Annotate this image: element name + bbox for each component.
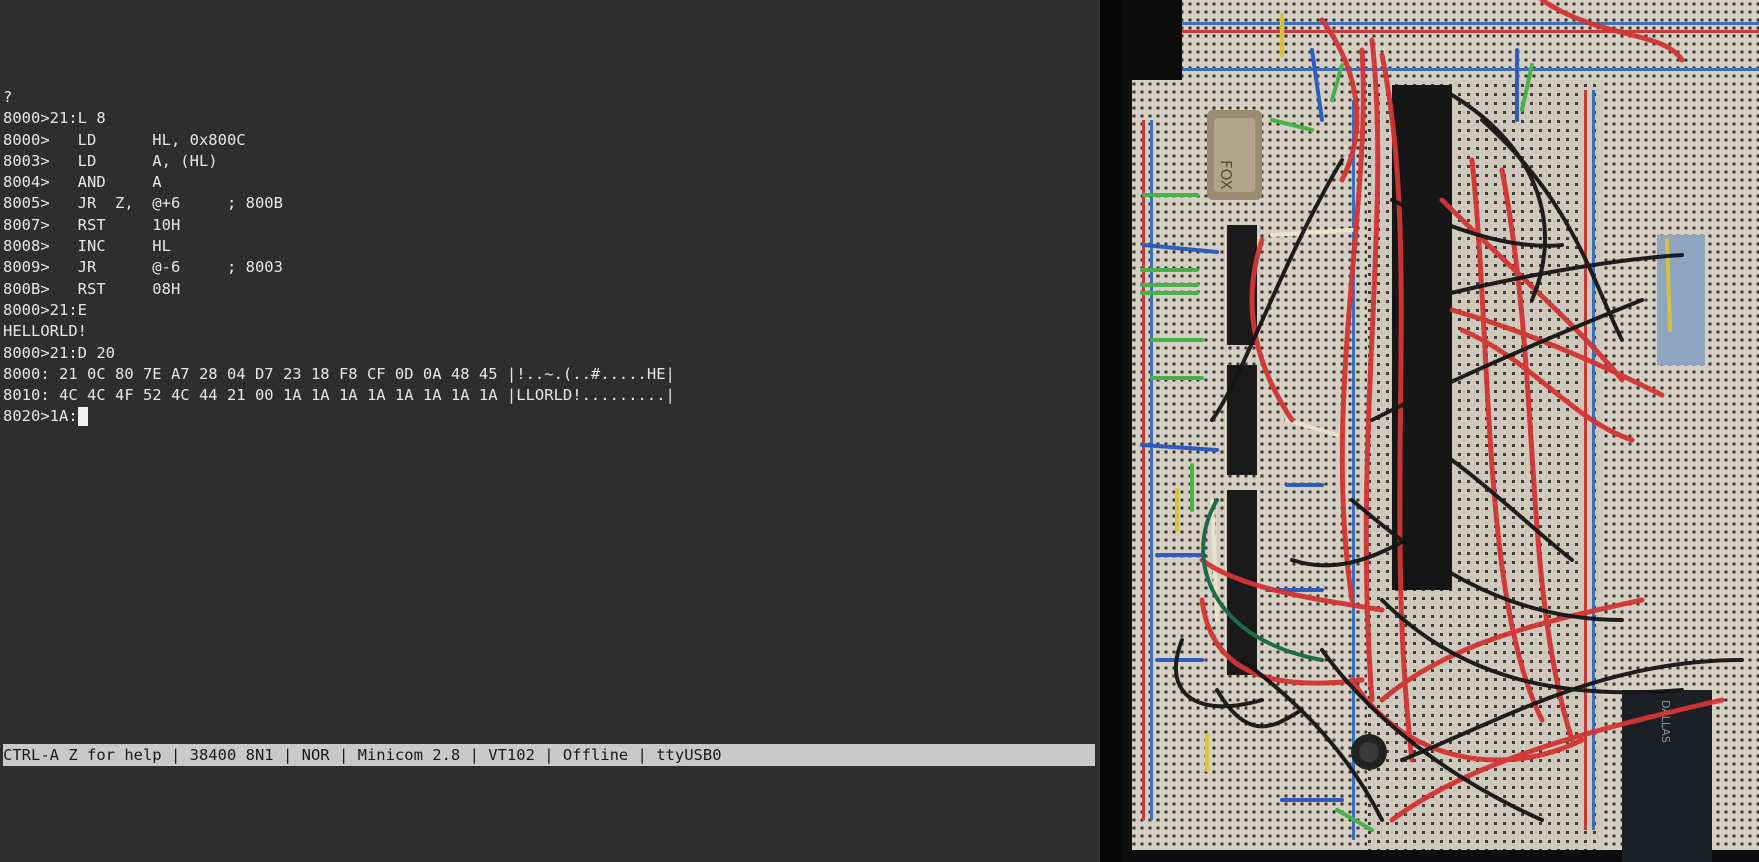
terminal-line: 8005> JR Z, @+6 ; 800B: [3, 194, 283, 213]
status-bar: CTRL-A Z for help | 38400 8N1 | NOR | Mi…: [3, 744, 1095, 766]
terminal-line: ?: [3, 88, 13, 106]
terminal-line: 8000>21:L 8: [3, 109, 106, 128]
terminal-line: 8009> JR @-6 ; 8003: [3, 258, 283, 277]
breadboard-illustration: FOX DALLAS: [1122, 0, 1759, 862]
terminal-line: 8000>21:E: [3, 300, 87, 319]
chip-small-2: [1227, 365, 1257, 475]
terminal-line: 8007> RST 10H: [3, 215, 181, 234]
rtc-chip-label: DALLAS: [1659, 700, 1672, 743]
terminal-line: 8004> AND A: [3, 173, 162, 192]
terminal-prompt-line[interactable]: 8020>1A:: [3, 406, 675, 427]
terminal-line: 8000>21:D 20: [3, 343, 115, 362]
terminal-prompt: 8020>1A:: [3, 407, 78, 426]
terminal-line: 8000> LD HL, 0x800C: [3, 130, 246, 149]
crystal-label: FOX: [1217, 160, 1235, 190]
terminal-window[interactable]: ? 8000>21:L 8 8000> LD HL, 0x800C 8003> LD …: [0, 0, 1100, 862]
terminal-line: 8010: 4C 4C 4F 52 4C 44 21 00 1A 1A 1A 1…: [3, 386, 675, 405]
terminal-line: 8003> LD A, (HL): [3, 151, 218, 170]
terminal-line: 8008> INC HL: [3, 237, 171, 256]
terminal-line: HELLORLD!: [3, 322, 87, 341]
text-cursor: [77, 407, 88, 427]
breadboard-photo: FOX DALLAS: [1122, 0, 1759, 862]
terminal-line: 800B> RST 08H: [3, 279, 181, 298]
divider: [1100, 0, 1122, 862]
terminal-output: ? 8000>21:L 8 8000> LD HL, 0x800C 8003> LD …: [3, 87, 675, 428]
terminal-line: 8000: 21 0C 80 7E A7 28 04 D7 23 18 F8 C…: [3, 364, 675, 383]
